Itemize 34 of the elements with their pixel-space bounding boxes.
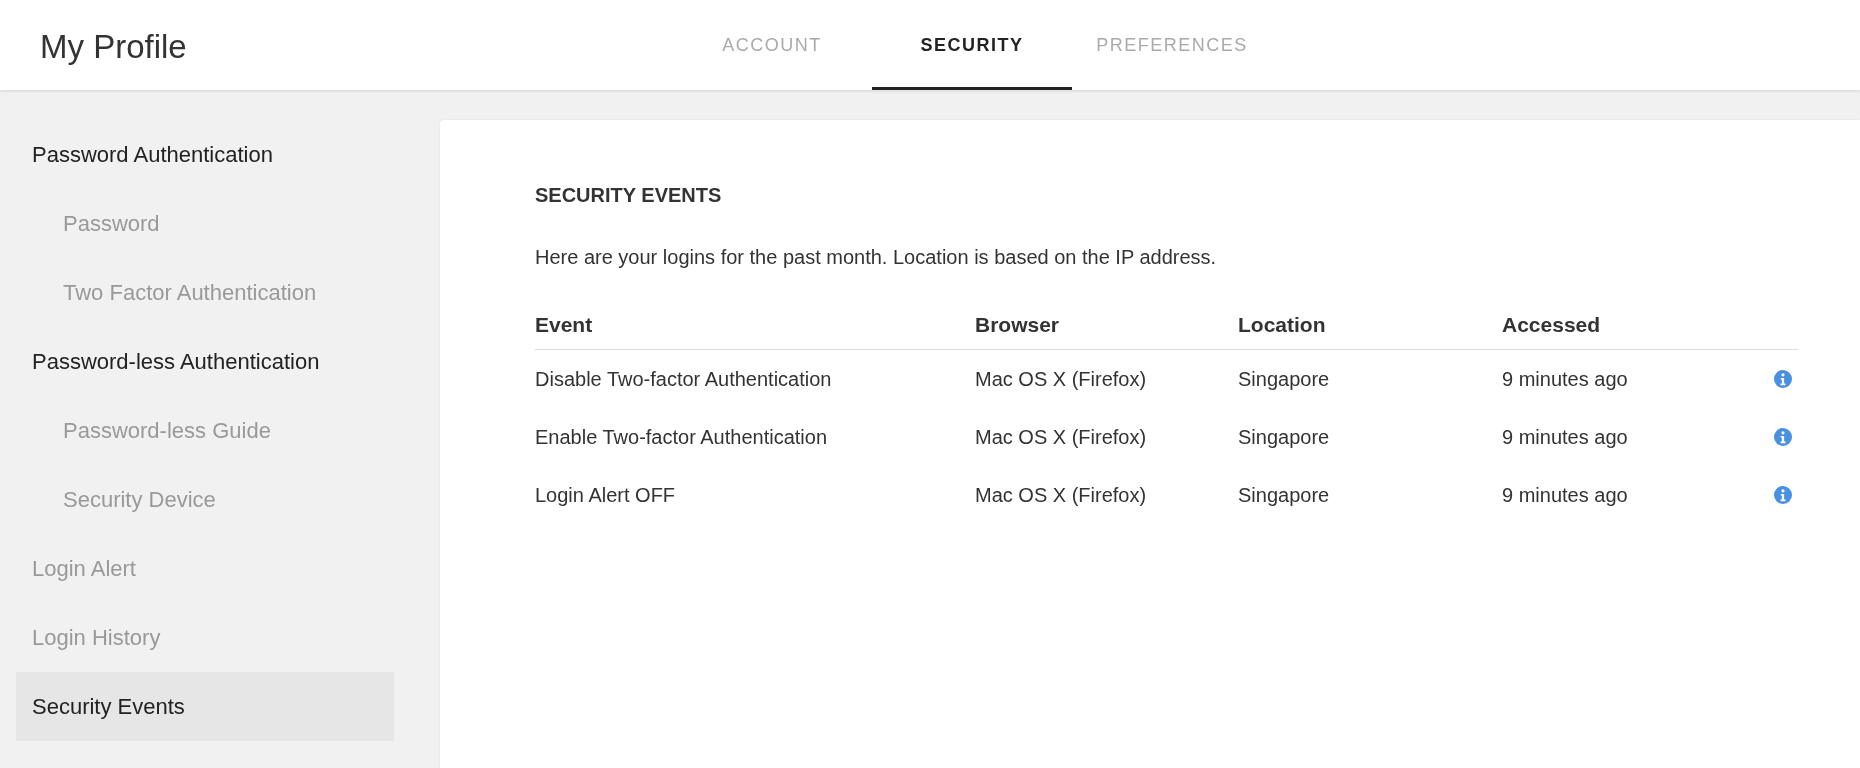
table-cell-text: Mac OS X (Firefox)	[975, 483, 1148, 508]
column-header: Event	[535, 311, 594, 338]
column-header: Accessed	[1502, 311, 1602, 338]
table-cell-text: Singapore	[1238, 367, 1331, 392]
table-cell-text: Enable Two-factor Authentication	[535, 425, 829, 450]
tab[interactable]: SECURITY	[872, 0, 1072, 90]
table-cell-text: Mac OS X (Firefox)	[975, 367, 1148, 392]
tab[interactable]: ACCOUNT	[672, 0, 872, 90]
column-header: Location	[1238, 311, 1327, 338]
sidebar-item[interactable]: Password Authentication	[16, 120, 394, 189]
table-cell-text: 9 minutes ago	[1502, 483, 1629, 508]
sidebar-item[interactable]: Security Events	[16, 672, 394, 741]
sidebar-item[interactable]: Two Factor Authentication	[16, 258, 394, 327]
table-cell-text: 9 minutes ago	[1502, 367, 1629, 392]
sidebar-item[interactable]: Password-less Authentication	[16, 327, 394, 396]
sidebar-item[interactable]: Password-less Guide	[16, 396, 394, 465]
tab[interactable]: PREFERENCES	[1072, 0, 1272, 90]
page-title: My Profile	[40, 27, 187, 67]
sidebar-item[interactable]: Security Device	[16, 465, 394, 534]
table-cell-text: Singapore	[1238, 483, 1331, 508]
info-icon[interactable]	[1774, 428, 1792, 446]
table-cell-text: Mac OS X (Firefox)	[975, 425, 1148, 450]
column-header: Browser	[975, 311, 1061, 338]
table-cell-text: Singapore	[1238, 425, 1331, 450]
description-text: Here are your logins for the past month. Location is based on the IP address.	[535, 245, 1218, 270]
info-icon[interactable]	[1774, 486, 1792, 504]
table-cell-text: 9 minutes ago	[1502, 425, 1629, 450]
sidebar-item[interactable]: Login Alert	[16, 534, 394, 603]
info-icon[interactable]	[1774, 370, 1792, 388]
sidebar-item[interactable]: Login History	[16, 603, 394, 672]
section-heading: SECURITY EVENTS	[535, 183, 723, 208]
table-cell-text: Disable Two-factor Authentication	[535, 367, 833, 392]
sidebar-item[interactable]: Password	[16, 189, 394, 258]
table-cell-text: Login Alert OFF	[535, 483, 677, 508]
